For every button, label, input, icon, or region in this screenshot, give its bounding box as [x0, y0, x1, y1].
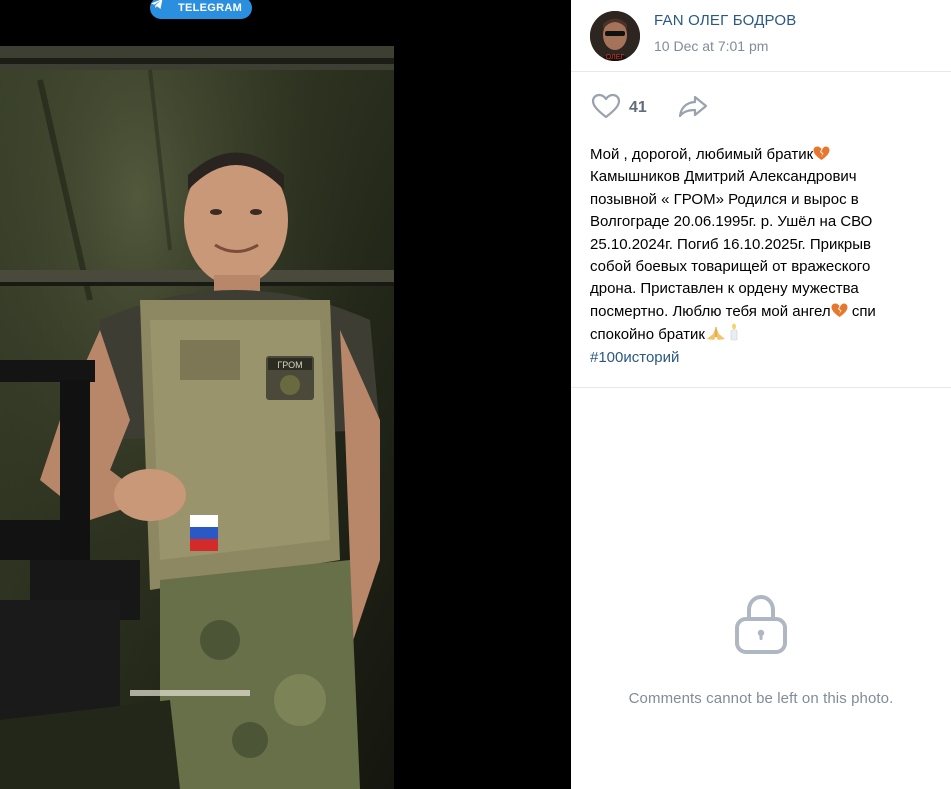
broken-heart-emoji [813, 146, 830, 161]
post-photo[interactable]: ГРОМ TELEGRAM [0, 0, 394, 789]
like-button[interactable]: 41 [591, 93, 647, 124]
comments-closed: Comments cannot be left on this photo. [571, 593, 951, 707]
candle-emoji [727, 323, 741, 341]
share-button[interactable] [677, 94, 709, 123]
broken-heart-emoji [831, 303, 848, 318]
text-line: дрона. Приставлен к ордену мужества [590, 280, 859, 298]
photo-viewer: ГРОМ TELEGRAM [0, 0, 571, 789]
telegram-icon [151, 0, 172, 15]
divider [571, 387, 951, 388]
post-actions: 41 [571, 72, 951, 144]
author-avatar[interactable]: ОЛЕГ [590, 10, 640, 61]
text-line: 25.10.2024г. Погиб 16.10.2025г. Прикрыв [590, 235, 871, 253]
svg-text:ОЛЕГ: ОЛЕГ [606, 54, 625, 61]
share-arrow-icon [677, 94, 709, 123]
author-name-link[interactable]: FAN ОЛЕГ БОДРОВ [654, 11, 797, 30]
text-line: позывной « ГРОМ» Родился и вырос в [590, 190, 859, 208]
comments-closed-message: Comments cannot be left on this photo. [628, 690, 894, 707]
heart-icon [591, 93, 621, 124]
text-line: Мой , дорогой, любимый братик [590, 146, 814, 163]
like-count: 41 [629, 99, 647, 116]
text-line: Камышников Дмитрий Александрович [590, 168, 857, 186]
soldier-photo: ГРОМ [0, 0, 394, 789]
lock-icon [734, 593, 788, 660]
text-line: Волгограде 20.06.1995г. р. Ушёл на СВО [590, 213, 873, 231]
text-line: посмертно. Люблю тебя мой ангел [590, 302, 831, 320]
praying-hands-emoji [705, 325, 727, 341]
telegram-label: TELEGRAM [178, 2, 243, 14]
telegram-badge[interactable]: TELEGRAM [150, 0, 253, 19]
text-line: спи [851, 302, 876, 320]
post-text: Мой , дорогой, любимый братик Камышников… [571, 144, 951, 387]
post-header: ОЛЕГ FAN ОЛЕГ БОДРОВ 10 Dec at 7:01 pm [571, 0, 951, 72]
hashtag-link[interactable]: #100историй [590, 347, 933, 369]
post-panel: ОЛЕГ FAN ОЛЕГ БОДРОВ 10 Dec at 7:01 pm 4… [571, 0, 951, 789]
patch-text: ГРОМ [277, 360, 302, 370]
post-date[interactable]: 10 Dec at 7:01 pm [654, 36, 797, 56]
text-line: собой боевых товарищей от вражеского [590, 258, 871, 276]
text-line: спокойно братик [590, 326, 705, 344]
